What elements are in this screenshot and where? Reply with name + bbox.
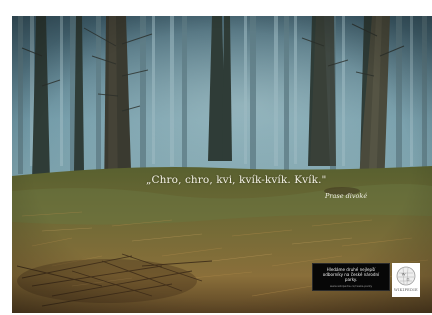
quote-text: „Chro, chro, kvi, kvík-kvík. Kvík." [146, 174, 327, 186]
wikipedia-wordmark: WIKIPEDIE [394, 288, 418, 292]
svg-text:Ω: Ω [407, 278, 410, 282]
wikipedia-globe-icon: W Ω [396, 266, 416, 286]
info-url: www.wikipedie.cz/ceske-parky [329, 284, 373, 288]
quote-author: Prase divoké [325, 192, 368, 200]
info-text: Hledáme druhé nejlepší odborníky na česk… [322, 267, 380, 283]
wikipedia-logo: W Ω WIKIPEDIE [392, 263, 420, 297]
info-box: Hledáme druhé nejlepší odborníky na česk… [312, 263, 390, 291]
